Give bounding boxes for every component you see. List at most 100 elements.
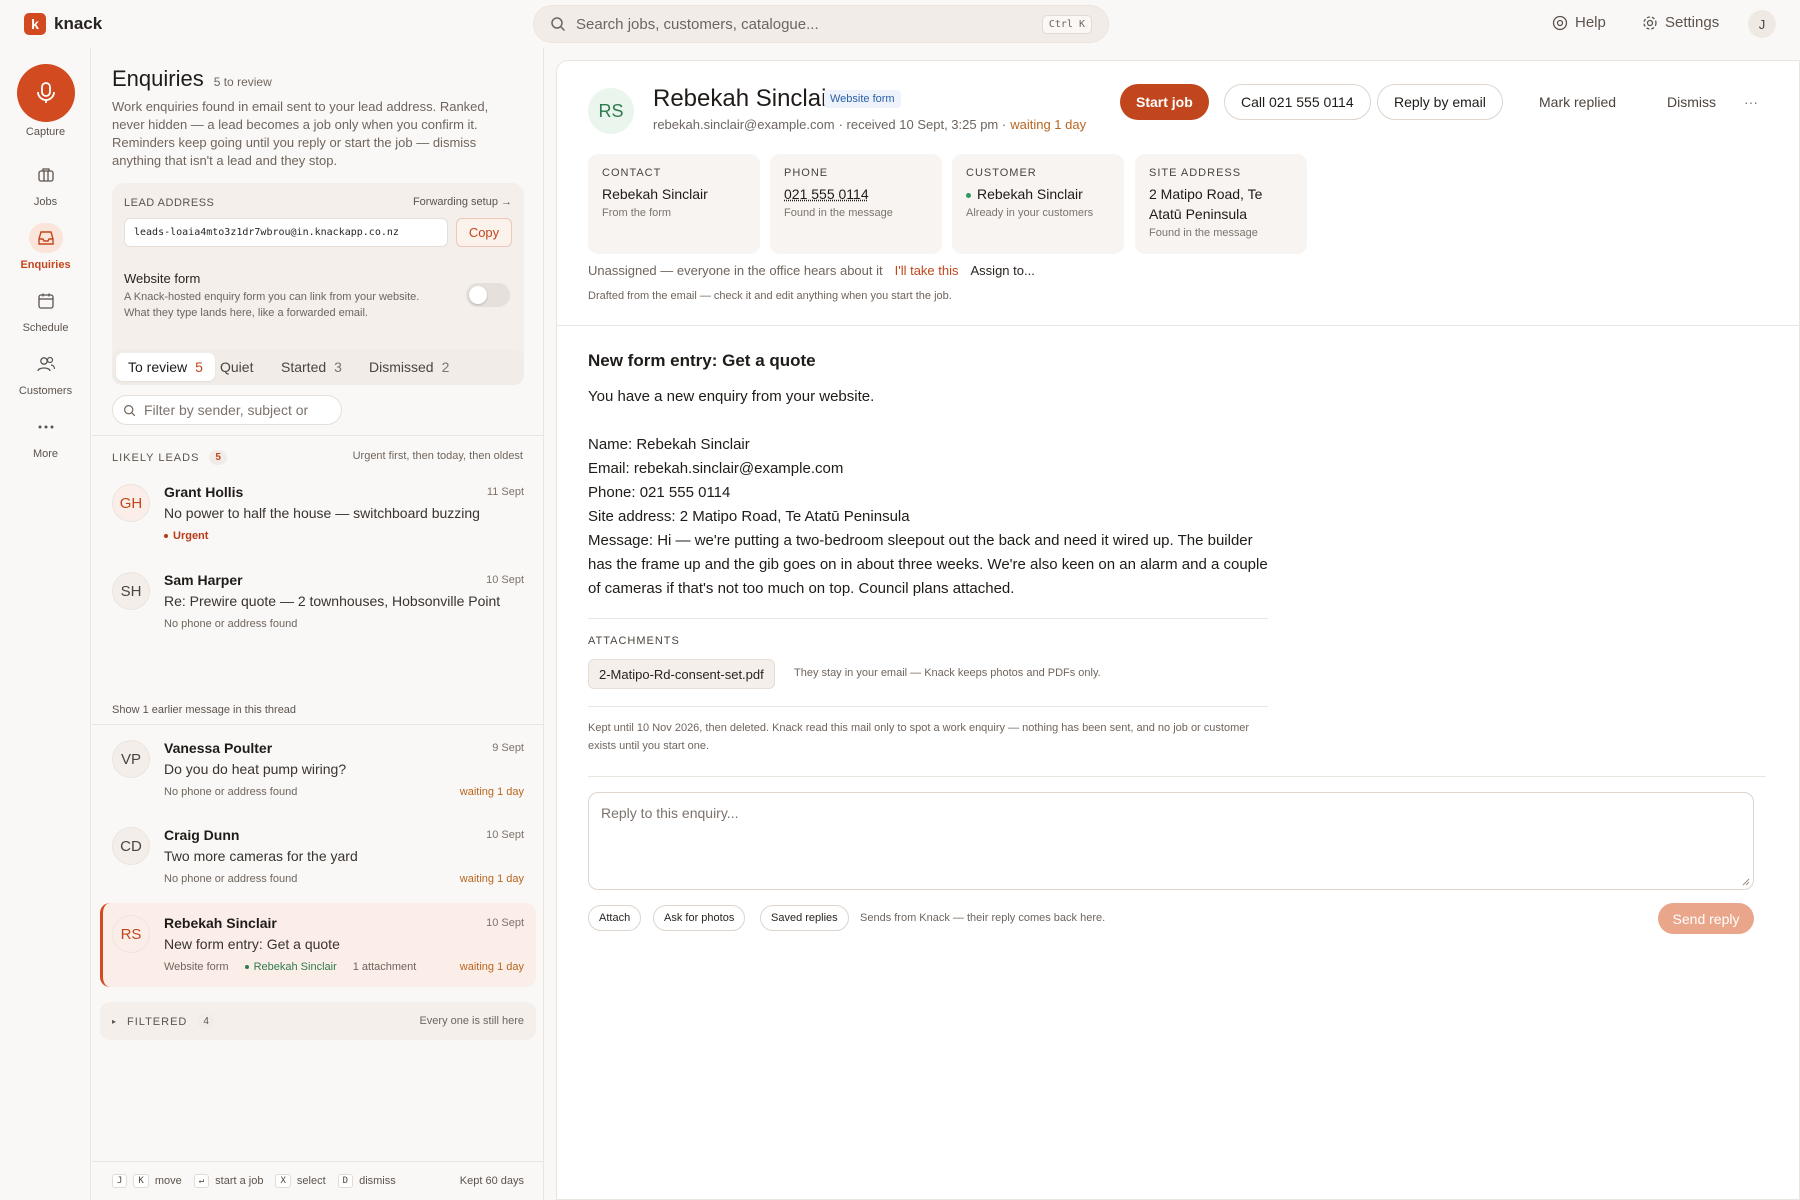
card-note: From the form: [602, 207, 672, 219]
site-address-card: SITE ADDRESS 2 Matipo Road, Te Atatū Pen…: [1135, 154, 1307, 254]
phone-card[interactable]: PHONE 021 555 0114 Found in the message: [770, 154, 942, 254]
enquiries-panel: Enquiries 5 to review Work enquiries fou…: [92, 48, 544, 1200]
microphone-icon: [35, 81, 57, 105]
saved-replies-button[interactable]: Saved replies: [760, 905, 849, 931]
contact-subline: rebekah.sinclair@example.com · received …: [653, 117, 1086, 132]
message-line: of cameras if that's not too much on top…: [588, 580, 1015, 597]
users-icon: [29, 349, 63, 379]
filtered-label-group: ▸ FILTERED 4: [112, 1014, 215, 1029]
website-form-toggle[interactable]: [466, 283, 510, 307]
capture-button[interactable]: [17, 64, 75, 122]
nav-customers[interactable]: Customers: [0, 349, 91, 397]
assignment-status: Unassigned — everyone in the office hear…: [588, 263, 883, 278]
logo-mark: k: [24, 13, 46, 35]
show-earlier-link[interactable]: Show 1 earlier message in this thread: [112, 704, 296, 716]
briefcase-icon: [29, 160, 63, 190]
tab-label: To review: [128, 359, 188, 375]
list-item[interactable]: SH Sam Harper 10 Sept Re: Prewire quote …: [92, 560, 544, 644]
start-job-button[interactable]: Start job: [1120, 84, 1209, 120]
website-form-title: Website form: [124, 271, 201, 286]
user-avatar[interactable]: J: [1748, 10, 1776, 38]
list-item[interactable]: VP Vanessa Poulter 9 Sept Do you do heat…: [92, 728, 544, 812]
waiting-badge: waiting 1 day: [459, 786, 524, 798]
list-item-selected[interactable]: RS Rebekah Sinclair 10 Sept New form ent…: [100, 903, 536, 987]
resize-handle-icon[interactable]: [1742, 878, 1750, 886]
lead-name: Sam Harper: [164, 572, 243, 588]
sort-note: Urgent first, then today, then oldest: [352, 450, 523, 462]
call-button[interactable]: Call 021 555 0114: [1224, 84, 1371, 120]
nav-more[interactable]: More: [0, 412, 91, 460]
website-form-description: A Knack-hosted enquiry form you can link…: [124, 291, 420, 319]
reply-textarea[interactable]: Reply to this enquiry...: [588, 792, 1754, 890]
customer-card[interactable]: CUSTOMER Rebekah Sinclair Already in you…: [952, 154, 1124, 254]
nav-schedule[interactable]: Schedule: [0, 286, 91, 334]
reply-email-button[interactable]: Reply by email: [1377, 84, 1503, 120]
sends-note: Sends from Knack — their reply comes bac…: [860, 912, 1106, 924]
tab-to-review[interactable]: To review 5: [116, 353, 215, 381]
tab-dismissed[interactable]: Dismissed 2: [357, 353, 461, 381]
divider: [557, 325, 1800, 326]
avatar: RS: [588, 88, 634, 134]
ask-photos-button[interactable]: Ask for photos: [653, 905, 746, 931]
filtered-section[interactable]: ▸ FILTERED 4 Every one is still here: [100, 1002, 536, 1040]
list-item[interactable]: CD Craig Dunn 10 Sept Two more cameras f…: [92, 815, 544, 899]
tab-label: Started: [281, 359, 327, 375]
search-icon: [123, 404, 136, 417]
avatar: RS: [112, 915, 150, 953]
app-logo[interactable]: k knack: [24, 13, 102, 35]
dismiss-button[interactable]: Dismiss: [1651, 84, 1732, 120]
attachment-count: 1 attachment: [352, 961, 417, 973]
mark-replied-button[interactable]: Mark replied: [1523, 84, 1632, 120]
enquiry-detail: RS Rebekah Sinclair Website form rebekah…: [556, 60, 1800, 1200]
take-this-link[interactable]: I'll take this: [895, 263, 959, 278]
card-note: Found in the message: [1149, 227, 1258, 239]
customer-link[interactable]: Rebekah Sinclair: [244, 961, 337, 973]
key-hint: K: [133, 1174, 149, 1188]
list-item[interactable]: GH Grant Hollis 11 Sept No power to half…: [92, 472, 544, 556]
more-actions-icon[interactable]: ···: [1728, 84, 1774, 120]
tab-label: Quiet: [220, 359, 254, 375]
lead-date: 9 Sept: [492, 742, 524, 754]
source-badge: Website form: [824, 90, 901, 108]
retention-note: Kept 60 days: [459, 1175, 524, 1187]
phone-link[interactable]: 021 555 0114: [784, 184, 928, 204]
settings-link[interactable]: Settings: [1642, 14, 1719, 31]
attach-button[interactable]: Attach: [588, 905, 642, 931]
settings-label: Settings: [1665, 14, 1720, 31]
customer-link[interactable]: Rebekah Sinclair: [966, 184, 1110, 204]
search-placeholder: Search jobs, customers, catalogue...: [576, 15, 819, 33]
likely-leads-heading: LIKELY LEADS 5: [112, 450, 227, 465]
lead-meta: Website form Rebekah Sinclair 1 attachme…: [164, 961, 416, 973]
assign-to-link[interactable]: Assign to...: [971, 263, 1035, 278]
message-line: You have a new enquiry from your website…: [588, 388, 875, 405]
filter-input[interactable]: Filter by sender, subject or: [112, 395, 342, 425]
global-search[interactable]: Search jobs, customers, catalogue... Ctr…: [533, 5, 1109, 43]
send-reply-button[interactable]: Send reply: [1658, 903, 1754, 934]
waiting-badge: waiting 1 day: [459, 961, 524, 973]
message-line: [588, 409, 1268, 433]
copy-button[interactable]: Copy: [456, 218, 512, 247]
nav-enquiries-label: Enquiries: [20, 259, 71, 271]
enquiry-tabs: To review 5 Quiet Started 3 Dismissed 2: [112, 349, 524, 385]
reply-placeholder: Reply to this enquiry...: [601, 805, 739, 821]
forwarding-setup-link[interactable]: Forwarding setup →: [413, 196, 512, 208]
card-title: CONTACT: [602, 167, 662, 179]
attachment-file[interactable]: 2-Matipo-Rd-consent-set.pdf: [588, 659, 775, 689]
nav-enquiries[interactable]: Enquiries: [0, 223, 91, 271]
help-link[interactable]: Help: [1552, 14, 1606, 31]
tab-label: Dismissed: [369, 359, 434, 375]
key-hint: X: [275, 1174, 291, 1188]
nav-jobs[interactable]: Jobs: [0, 160, 91, 208]
hint-label: move: [154, 1175, 182, 1187]
app-name: knack: [54, 14, 103, 33]
shortcut-list: J K move ↵ start a job X select D dismis…: [112, 1174, 396, 1188]
lead-meta: No phone or address found: [164, 618, 298, 630]
tab-quiet[interactable]: Quiet: [208, 353, 265, 381]
lead-address-field[interactable]: leads-loaia4mto3z1dr7wbrou@in.knackapp.c…: [124, 218, 448, 247]
lead-source: Website form: [164, 961, 229, 973]
tab-started[interactable]: Started 3: [269, 353, 354, 381]
filtered-note: Every one is still here: [419, 1015, 524, 1027]
lead-subject: Do you do heat pump wiring?: [164, 761, 347, 777]
lead-meta: Urgent: [164, 530, 208, 542]
lead-name: Vanessa Poulter: [164, 740, 273, 756]
